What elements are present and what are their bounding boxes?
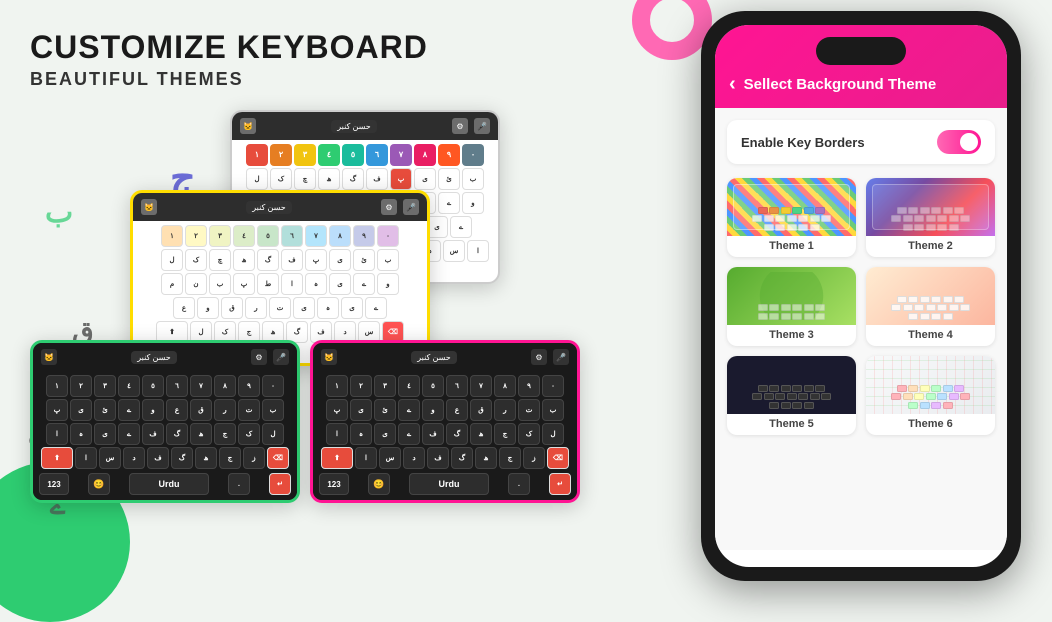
theme-card-3[interactable]: Theme 3 xyxy=(727,267,856,346)
theme-preview-6 xyxy=(866,356,995,414)
kb-settings-icon-2: ⚙ xyxy=(381,199,397,215)
kb-mic-icon-1: 🎤 xyxy=(474,118,490,134)
keyboard-mockup-black-pink: 🐱 حسن کنبر ⚙ 🎤 ١٢٣٤٥٦٧٨٩٠ پیئےوعقرتب xyxy=(310,340,580,503)
theme-card-6[interactable]: Theme 6 xyxy=(866,356,995,435)
theme-card-5[interactable]: Theme 5 xyxy=(727,356,856,435)
theme-4-label: Theme 4 xyxy=(866,325,995,346)
back-button[interactable]: ‹ xyxy=(729,73,736,96)
kb-keys-4: ١٢٣٤٥٦٧٨٩٠ پیئےوعقرتب اہیےفگھجکل ⬆ اسدفگ… xyxy=(313,371,577,500)
phone-content[interactable]: Enable Key Borders xyxy=(715,108,1007,550)
kb-actions-3: ⚙ 🎤 xyxy=(251,349,289,365)
kb-settings-icon-4: ⚙ xyxy=(531,349,547,365)
theme-2-keys xyxy=(870,205,991,232)
kb-brand-3: حسن کنبر xyxy=(131,351,176,364)
theme-card-4[interactable]: Theme 4 xyxy=(866,267,995,346)
kb-actions-4: ⚙ 🎤 xyxy=(531,349,569,365)
kb-menu-icon-3: 🐱 xyxy=(41,349,57,365)
theme-1-keys xyxy=(731,205,852,232)
kb-bottom-row-4: 123 😊 Urdu . ↵ xyxy=(316,471,574,497)
kb-mic-icon-3: 🎤 xyxy=(273,349,289,365)
toggle-switch[interactable] xyxy=(937,130,981,154)
phone-screen: ‹ Sellect Background Theme Enable Key Bo… xyxy=(715,25,1007,567)
theme-preview-1 xyxy=(727,178,856,236)
sub-title: BEAUTIFUL THEMES xyxy=(30,69,650,90)
theme-preview-5 xyxy=(727,356,856,414)
theme-3-label: Theme 3 xyxy=(727,325,856,346)
kb-menu-icon-2: 🐱 xyxy=(141,199,157,215)
kb-settings-icon-1: ⚙ xyxy=(452,118,468,134)
kb-topbar-3: 🐱 حسن کنبر ⚙ 🎤 xyxy=(33,343,297,371)
kb-menu-icon-1: 🐱 xyxy=(240,118,256,134)
kb-actions-2: ⚙ 🎤 xyxy=(381,199,419,215)
kb-brand-2: حسن کنبر xyxy=(246,201,291,214)
theme-preview-2 xyxy=(866,178,995,236)
left-panel: CUSTOMIZE KEYBOARD BEAUTIFUL THEMES 🐱 حس… xyxy=(0,0,670,592)
kb-topbar-1: 🐱 حسن کنبر ⚙ 🎤 xyxy=(232,112,498,140)
theme-3-keys xyxy=(731,303,852,322)
kb-menu-icon-4: 🐱 xyxy=(321,349,337,365)
kb-brand-1: حسن کنبر xyxy=(331,120,376,133)
theme-4-keys xyxy=(870,294,991,321)
theme-2-label: Theme 2 xyxy=(866,236,995,257)
kb-keys-3: ١٢٣٤٥٦٧٨٩٠ پیئےوعقرتب اہیےفگھجکل ⬆ اسدفگ… xyxy=(33,371,297,500)
header-title: Sellect Background Theme xyxy=(744,76,937,93)
right-panel: ‹ Sellect Background Theme Enable Key Bo… xyxy=(670,0,1052,592)
toggle-row: Enable Key Borders xyxy=(727,120,995,164)
keyboard-mockup-black-green: 🐱 حسن کنبر ⚙ 🎤 ١٢٣٤٥٦٧٨٩٠ پیئےوعقرتب xyxy=(30,340,300,503)
kb-settings-icon-3: ⚙ xyxy=(251,349,267,365)
theme-preview-3 xyxy=(727,267,856,325)
kb-bottom-row-3: 123 😊 Urdu . ↵ xyxy=(36,471,294,497)
main-title: CUSTOMIZE KEYBOARD xyxy=(30,30,650,65)
theme-preview-4 xyxy=(866,267,995,325)
theme-card-2[interactable]: Theme 2 xyxy=(866,178,995,257)
kb-topbar-2: 🐱 حسن کنبر ⚙ 🎤 xyxy=(133,193,427,221)
kb-mic-icon-2: 🎤 xyxy=(403,199,419,215)
theme-card-1[interactable]: Theme 1 xyxy=(727,178,856,257)
themes-grid: Theme 1 xyxy=(727,178,995,435)
kb-actions-1: ⚙ 🎤 xyxy=(452,118,490,134)
kb-brand-4: حسن کنبر xyxy=(411,351,456,364)
dynamic-island xyxy=(816,37,906,65)
content-area: CUSTOMIZE KEYBOARD BEAUTIFUL THEMES 🐱 حس… xyxy=(0,0,1052,592)
toggle-label: Enable Key Borders xyxy=(741,135,865,150)
theme-1-label: Theme 1 xyxy=(727,236,856,257)
theme-6-keys xyxy=(870,383,991,410)
theme-5-label: Theme 5 xyxy=(727,414,856,435)
phone-device: ‹ Sellect Background Theme Enable Key Bo… xyxy=(701,11,1021,581)
theme-6-label: Theme 6 xyxy=(866,414,995,435)
kb-topbar-4: 🐱 حسن کنبر ⚙ 🎤 xyxy=(313,343,577,371)
keyboards-container: 🐱 حسن کنبر ⚙ 🎤 ١ ٢ ٣ ٤ ٥ ٦ xyxy=(30,110,660,590)
theme-5-keys xyxy=(731,383,852,410)
kb-mic-icon-4: 🎤 xyxy=(553,349,569,365)
